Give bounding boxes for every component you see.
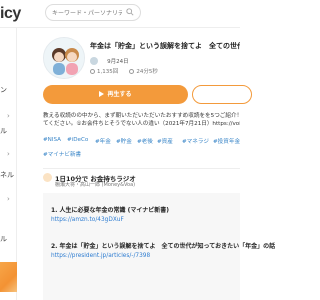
tag-link[interactable]: #老後 — [137, 137, 153, 145]
play-count-value: 1,135回 — [97, 69, 119, 75]
tag-link[interactable]: #マネラジ — [182, 137, 209, 145]
play-count: 1,135回 — [90, 69, 118, 75]
channel-artwork-icon — [44, 38, 84, 78]
tag-link[interactable]: #年金 — [95, 137, 111, 145]
chevron-right-icon[interactable]: › — [7, 195, 10, 203]
description-line: 教える収読のの中から、まず朝いただいただいたおすすめ収読をを5つご紹介！気に — [43, 113, 240, 119]
play-count-icon — [90, 69, 95, 74]
tag-link[interactable]: #資産 — [157, 137, 173, 145]
chapter-list: 1. 人生に必要な年金の常識 (マイナビ新書) https://amzn.to/… — [43, 193, 275, 300]
sidebar-item-label[interactable]: ル — [0, 126, 7, 136]
description-line: てください。①お会件ちとそうでない人の違い（2021年7月21日）https:/… — [43, 121, 240, 127]
voicy-logo[interactable]: icy — [0, 5, 21, 23]
channel-icon[interactable] — [43, 173, 52, 182]
episode-stats: 1,135回 24分5秒 — [90, 58, 164, 77]
chevron-right-icon[interactable]: › — [7, 150, 10, 158]
clock-icon — [129, 69, 135, 74]
sidebar-item-label[interactable]: ン — [0, 85, 7, 95]
play-button-label: 再生する — [107, 91, 132, 98]
banner-thumbnail[interactable] — [0, 262, 17, 292]
search-input[interactable] — [52, 7, 122, 19]
sidebar-item-label[interactable]: ル — [0, 234, 7, 244]
chevron-right-icon[interactable]: › — [7, 112, 10, 120]
tag-link[interactable]: #iDeCo — [67, 137, 88, 143]
chapter-link[interactable]: https://amzn.to/43gDXuF — [51, 217, 124, 223]
top-bar: icy — [0, 0, 240, 28]
duration: 24分5秒 — [129, 69, 158, 75]
divider — [43, 168, 240, 169]
sidebar-item-label[interactable]: ネル — [0, 170, 14, 180]
duration-value: 24分5秒 — [136, 69, 158, 75]
search-icon[interactable] — [126, 8, 134, 16]
sidebar: ン › ル › ネル › ル — [0, 28, 17, 300]
play-icon — [99, 91, 105, 97]
tag-link[interactable]: #NISA — [43, 137, 61, 143]
chapter-title: 1. 人生に必要な年金の常識 (マイナビ新書) — [51, 207, 169, 214]
tag-link[interactable]: #貯金 — [116, 137, 132, 145]
tag-link[interactable]: #投資年金 — [213, 137, 240, 145]
follow-button[interactable] — [192, 85, 252, 104]
channel-hosts: 棚瀬大将・高山一郎 (Money&Voa) — [55, 182, 136, 188]
tag-link[interactable]: #マイナビ新書 — [43, 150, 81, 158]
chapter-title: 2. 年金は「貯金」という誤解を捨てよ 全ての世代が知っておきたい「年金」の話 — [51, 243, 276, 250]
chapter-link[interactable]: https://president.jp/articles/-/7398 — [51, 253, 150, 259]
episode-description: 教える収読のの中から、まず朝いただいただいたおすすめ収読をを5つご紹介！気に て… — [43, 112, 240, 128]
search-box[interactable] — [45, 4, 141, 21]
channel-avatar[interactable] — [43, 37, 85, 79]
play-button[interactable]: 再生する — [43, 85, 188, 104]
